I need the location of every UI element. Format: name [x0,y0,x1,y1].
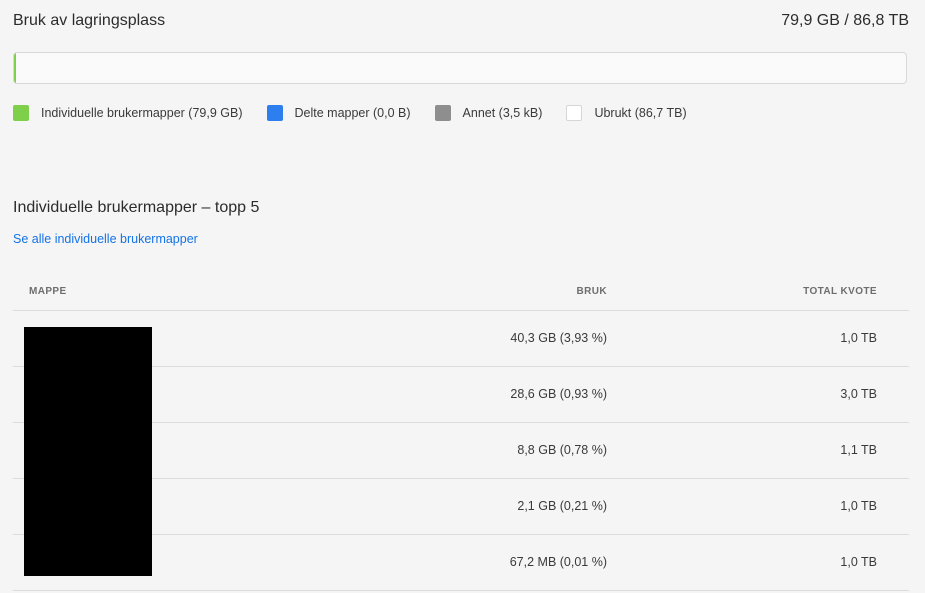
row-usage: 2,1 GB (0,21 %) [517,499,607,513]
storage-title: Bruk av lagringsplass [13,12,166,29]
legend-item-individual: Individuelle brukermapper (79,9 GB) [13,105,243,121]
storage-usage-page: Bruk av lagringsplass 79,9 GB / 86,8 TB … [0,0,925,593]
column-header-folder[interactable]: MAPPE [29,286,67,297]
row-usage: 40,3 GB (3,93 %) [510,331,607,345]
row-usage: 8,8 GB (0,78 %) [517,443,607,457]
column-header-quota[interactable]: TOTAL KVOTE [803,286,877,297]
white-swatch-icon [566,105,583,121]
row-quota: 1,1 TB [840,443,877,457]
storage-usage-bar [13,52,907,84]
row-quota: 1,0 TB [840,499,877,513]
legend-item-other: Annet (3,5 kB) [434,105,543,121]
legend-label-shared: Delte mapper (0,0 B) [294,106,411,120]
row-usage: 67,2 MB (0,01 %) [509,555,607,569]
top5-section-title: Individuelle brukermapper – topp 5 [13,199,260,216]
gray-swatch-icon [434,105,451,121]
redacted-folder-names [24,327,152,576]
row-quota: 1,0 TB [840,331,877,345]
blue-swatch-icon [266,105,283,121]
legend-item-unused: Ubrukt (86,7 TB) [566,105,687,121]
row-usage: 28,6 GB (0,93 %) [510,387,607,401]
legend-label-other: Annet (3,5 kB) [462,106,543,120]
storage-total: 79,9 GB / 86,8 TB [781,12,909,29]
see-all-user-folders-link[interactable]: Se alle individuelle brukermapper [13,232,198,246]
green-swatch-icon [13,105,29,121]
storage-header: Bruk av lagringsplass 79,9 GB / 86,8 TB [13,12,909,36]
storage-legend: Individuelle brukermapper (79,9 GB) Delt… [13,105,711,121]
row-quota: 3,0 TB [840,387,877,401]
legend-label-unused: Ubrukt (86,7 TB) [594,106,687,120]
storage-usage-fill [14,53,16,83]
legend-label-individual: Individuelle brukermapper (79,9 GB) [41,106,243,120]
column-header-usage[interactable]: BRUK [577,286,608,297]
legend-item-shared: Delte mapper (0,0 B) [266,105,411,121]
table-header: MAPPE BRUK TOTAL KVOTE [13,270,909,311]
row-quota: 1,0 TB [840,555,877,569]
